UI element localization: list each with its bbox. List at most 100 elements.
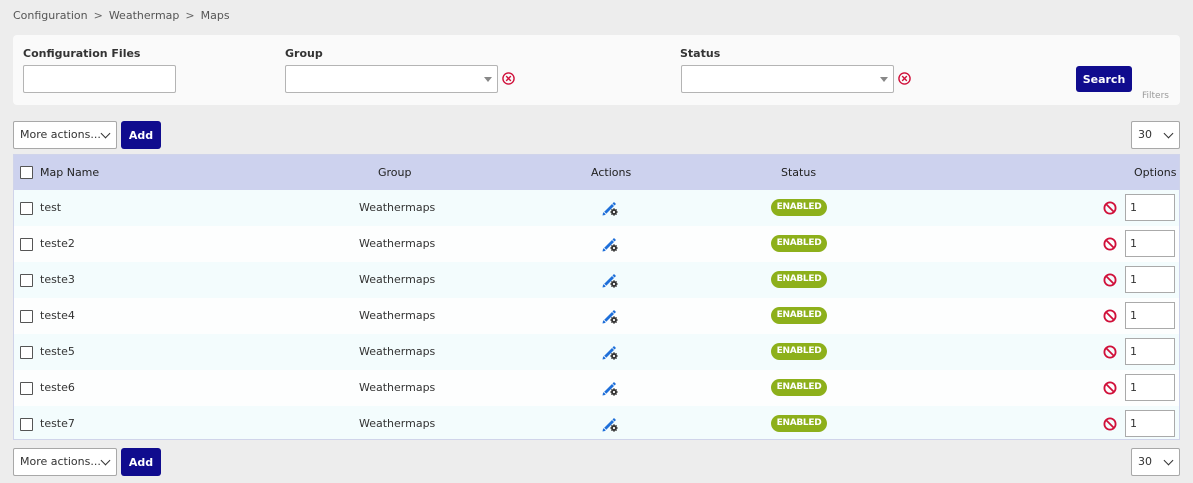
order-input[interactable]: 1 [1125,410,1175,437]
actions-bar-bottom: More actions... Add 30 [13,448,1180,476]
add-button[interactable]: Add [121,448,161,476]
filters-toggle[interactable]: Filters [1142,91,1169,101]
order-value: 1 [1130,417,1137,430]
ban-icon[interactable] [1103,237,1117,251]
order-value: 1 [1130,345,1137,358]
more-actions-select[interactable]: More actions... [13,121,117,149]
ban-icon[interactable] [1103,345,1117,359]
status-badge: ENABLED [771,307,827,324]
breadcrumb-item-configuration[interactable]: Configuration [13,9,88,22]
more-actions-label: More actions... [20,128,101,141]
chevron-down-icon [1163,128,1174,139]
chevron-down-icon [100,128,111,139]
map-name-link[interactable]: test [40,201,61,214]
column-map-name[interactable]: Map Name [40,166,99,179]
table-header: Map Name Group Actions Status Options [14,155,1179,190]
ban-icon[interactable] [1103,417,1117,431]
breadcrumb-separator: > [185,9,195,22]
table-row: teste3 Weathermaps ENABLED 1 [14,262,1179,298]
pencil-gear-icon[interactable] [601,343,619,361]
status-badge: ENABLED [771,415,827,432]
pencil-gear-icon[interactable] [601,199,619,217]
pencil-gear-icon[interactable] [601,379,619,397]
table-row: teste7 Weathermaps ENABLED 1 [14,406,1179,439]
column-actions: Actions [591,166,632,179]
page-size-value: 30 [1138,455,1152,468]
order-value: 1 [1130,201,1137,214]
add-button[interactable]: Add [121,121,161,149]
row-checkbox[interactable] [20,418,33,431]
map-group: Weathermaps [359,381,436,394]
ban-icon[interactable] [1103,201,1117,215]
table-row: teste2 Weathermaps ENABLED 1 [14,226,1179,262]
order-input[interactable]: 1 [1125,266,1175,293]
breadcrumb-item-maps: Maps [200,9,230,22]
map-name-link[interactable]: teste4 [40,309,75,322]
row-checkbox[interactable] [20,310,33,323]
search-button[interactable]: Search [1076,66,1132,92]
config-files-input[interactable] [23,65,176,93]
group-label: Group [285,47,323,60]
pencil-gear-icon[interactable] [601,235,619,253]
order-value: 1 [1130,381,1137,394]
page-size-value: 30 [1138,128,1152,141]
pencil-gear-icon[interactable] [601,307,619,325]
status-badge: ENABLED [771,235,827,252]
map-group: Weathermaps [359,417,436,430]
pencil-gear-icon[interactable] [601,415,619,433]
map-name-link[interactable]: teste3 [40,273,75,286]
row-checkbox[interactable] [20,274,33,287]
order-value: 1 [1130,309,1137,322]
select-all-checkbox[interactable] [20,166,33,179]
actions-bar-top: More actions... Add 30 [13,121,1180,149]
breadcrumb-item-weathermap[interactable]: Weathermap [109,9,180,22]
table-row: teste5 Weathermaps ENABLED 1 [14,334,1179,370]
breadcrumb-separator: > [93,9,103,22]
clear-group-icon[interactable] [502,72,515,85]
order-value: 1 [1130,237,1137,250]
status-badge: ENABLED [771,271,827,288]
more-actions-select[interactable]: More actions... [13,448,117,476]
row-checkbox[interactable] [20,202,33,215]
ban-icon[interactable] [1103,381,1117,395]
status-select[interactable] [681,65,894,93]
map-name-link[interactable]: teste6 [40,381,75,394]
status-badge: ENABLED [771,379,827,396]
status-label: Status [680,47,721,60]
breadcrumb: Configuration > Weathermap > Maps [13,9,230,22]
order-input[interactable]: 1 [1125,302,1175,329]
column-status: Status [781,166,817,179]
column-group: Group [378,166,412,179]
chevron-down-icon [100,455,111,466]
status-badge: ENABLED [771,199,827,216]
page-size-select[interactable]: 30 [1131,448,1180,476]
dropdown-arrow-icon [880,77,888,82]
column-options: Options [1134,166,1177,179]
row-checkbox[interactable] [20,382,33,395]
order-input[interactable]: 1 [1125,194,1175,221]
clear-status-icon[interactable] [898,72,911,85]
table-row: teste4 Weathermaps ENABLED 1 [14,298,1179,334]
map-name-link[interactable]: teste5 [40,345,75,358]
order-input[interactable]: 1 [1125,338,1175,365]
map-group: Weathermaps [359,345,436,358]
map-group: Weathermaps [359,237,436,250]
row-checkbox[interactable] [20,346,33,359]
ban-icon[interactable] [1103,309,1117,323]
maps-table: Map Name Group Actions Status Options te… [13,154,1180,440]
order-value: 1 [1130,273,1137,286]
filters-panel: Configuration Files Group Status Search … [13,35,1180,105]
more-actions-label: More actions... [20,455,101,468]
page-size-select[interactable]: 30 [1131,121,1180,149]
config-files-label: Configuration Files [23,47,141,60]
map-name-link[interactable]: teste7 [40,417,75,430]
pencil-gear-icon[interactable] [601,271,619,289]
dropdown-arrow-icon [484,77,492,82]
order-input[interactable]: 1 [1125,374,1175,401]
map-name-link[interactable]: teste2 [40,237,75,250]
table-body: test Weathermaps ENABLED 1 teste2 Weathe… [14,190,1179,439]
ban-icon[interactable] [1103,273,1117,287]
row-checkbox[interactable] [20,238,33,251]
order-input[interactable]: 1 [1125,230,1175,257]
group-select[interactable] [285,65,498,93]
